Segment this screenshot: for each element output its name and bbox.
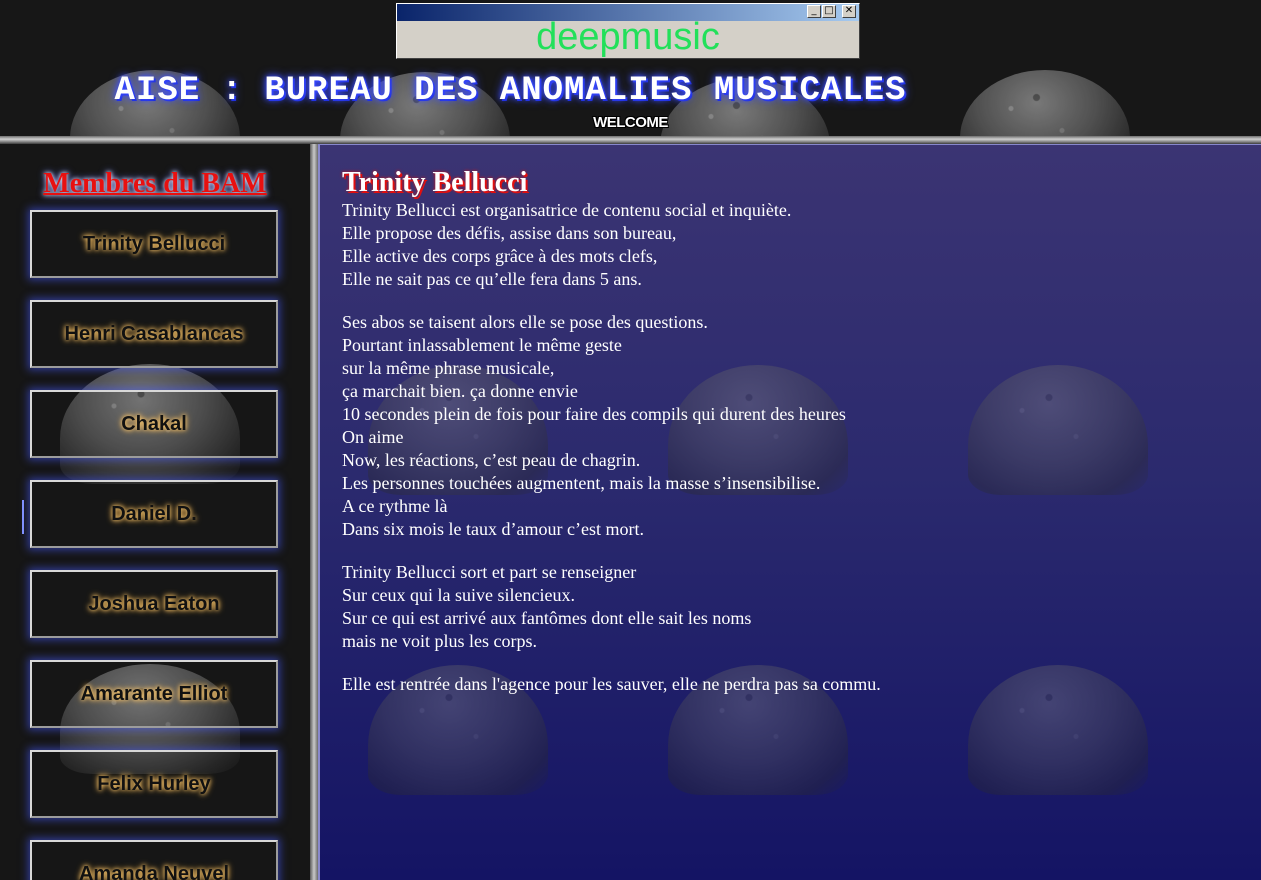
member-button-chakal[interactable]: Chakal [30,390,278,458]
poem-line: Elle est rentrée dans l'agence pour les … [342,674,881,694]
member-button-trinity-bellucci[interactable]: Trinity Bellucci [30,210,278,278]
member-button-amarante-elliot[interactable]: Amarante Elliot [30,660,278,728]
poem-stanza: Trinity Bellucci sort et part se renseig… [342,561,1242,653]
poem-line: Now, les réactions, c’est peau de chagri… [342,450,641,470]
popup-window: _ □ ✕ deepmusic [396,3,860,59]
poem-line: Sur ce qui est arrivé aux fantômes dont … [342,608,752,628]
poem: Trinity Bellucci Trinity Bellucci est or… [342,167,1242,716]
member-button-felix-hurley[interactable]: Felix Hurley [30,750,278,818]
header-divider [0,136,1261,144]
poem-line: A ce rythme là [342,496,448,516]
content-panel: Trinity Bellucci Trinity Bellucci est or… [318,144,1261,880]
welcome-text: WELCOME [593,114,668,131]
poem-line: Pourtant inlassablement le même geste [342,335,622,355]
popup-text: deepmusic [536,16,720,58]
member-button-henri-casablancas[interactable]: Henri Casablancas [30,300,278,368]
poem-line: Trinity Bellucci est organisatrice de co… [342,200,792,220]
poem-line: ça marchait bien. ça donne envie [342,381,578,401]
sidebar-title: Membres du BAM [43,168,267,199]
poem-line: mais ne voit plus les corps. [342,631,537,651]
poem-title: Trinity Bellucci [342,167,528,198]
member-button-joshua-eaton[interactable]: Joshua Eaton [30,570,278,638]
poem-line: Elle active des corps grâce à des mots c… [342,246,658,266]
poem-stanza: Trinity Bellucci est organisatrice de co… [342,199,1242,291]
poem-line: Elle ne sait pas ce qu’elle fera dans 5 … [342,269,642,289]
poem-stanza: Ses abos se taisent alors elle se pose d… [342,311,1242,541]
member-button-amanda-neuvel[interactable]: Amanda Neuvel [30,840,278,880]
sidebar: Membres du BAM Trinity Bellucci Henri Ca… [0,144,310,880]
poem-line: Dans six mois le taux d’amour c’est mort… [342,519,644,539]
poem-line: On aime [342,427,404,447]
poem-line: 10 secondes plein de fois pour faire des… [342,404,846,424]
poem-line: sur la même phrase musicale, [342,358,555,378]
poem-line: Elle propose des défis, assise dans son … [342,223,677,243]
poem-line: Trinity Bellucci sort et part se renseig… [342,562,637,582]
poem-stanza: Elle est rentrée dans l'agence pour les … [342,673,1242,696]
site-title: AISE : BUREAU DES ANOMALIES MUSICALES [114,72,907,110]
edge-marker [22,500,24,534]
poem-line: Sur ceux qui la suive silencieux. [342,585,575,605]
sidebar-splitter[interactable] [310,144,318,880]
poem-line: Les personnes touchées augmentent, mais … [342,473,821,493]
poem-line: Ses abos se taisent alors elle se pose d… [342,312,708,332]
member-button-daniel-d[interactable]: Daniel D. [30,480,278,548]
